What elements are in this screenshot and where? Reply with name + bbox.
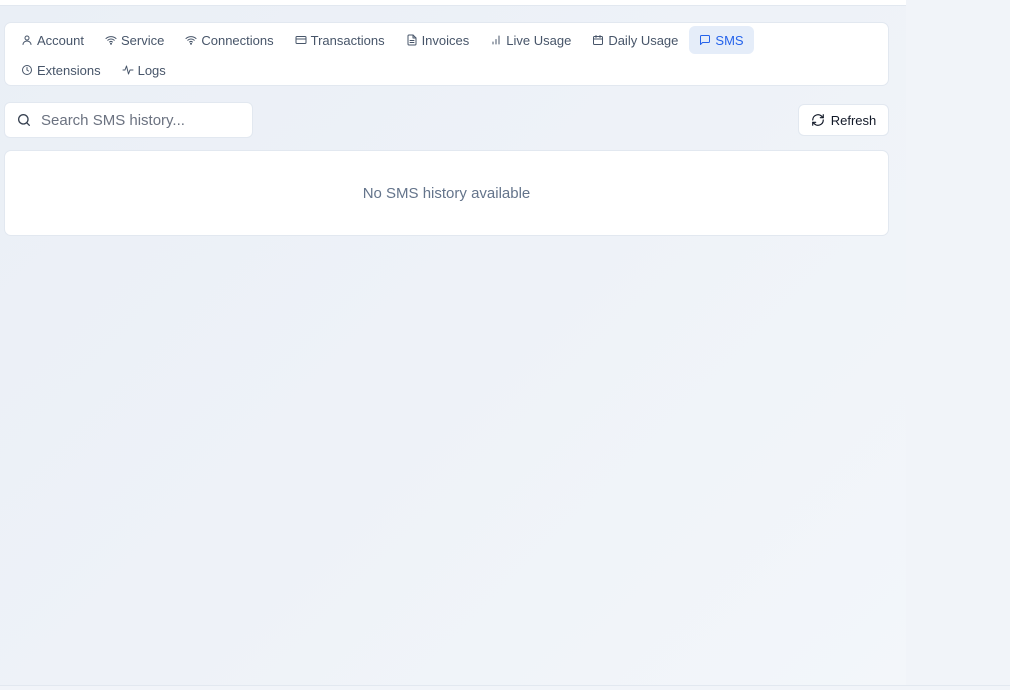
tab-connections[interactable]: Connections (175, 26, 283, 54)
tab-logs[interactable]: Logs (112, 56, 176, 84)
tab-label: Connections (201, 32, 274, 48)
tab-row-1: Account Service Connections Transactions… (11, 26, 755, 54)
tab-label: Service (120, 32, 165, 48)
tab-label: Extensions (37, 62, 101, 78)
message-icon (699, 34, 711, 46)
credit-card-icon (295, 34, 307, 46)
tab-label: Account (37, 32, 84, 48)
tab-extensions[interactable]: Extensions (11, 56, 111, 84)
signal-bars-icon (490, 34, 502, 46)
user-icon (21, 34, 33, 46)
tab-live-usage[interactable]: Live Usage (480, 26, 581, 54)
tab-label: Transactions (310, 32, 385, 48)
tab-row-2: Extensions Logs (11, 56, 177, 84)
tab-transactions[interactable]: Transactions (285, 26, 395, 54)
search-box (4, 102, 253, 138)
tab-sms[interactable]: SMS (689, 26, 754, 54)
search-icon (16, 112, 32, 128)
bottom-divider (0, 685, 1010, 686)
file-icon (406, 34, 418, 46)
tab-account[interactable]: Account (11, 26, 94, 54)
header-strip (0, 0, 906, 6)
refresh-icon (811, 113, 825, 127)
search-input[interactable] (41, 111, 236, 129)
tab-label: SMS (715, 32, 744, 48)
tab-invoices[interactable]: Invoices (396, 26, 480, 54)
tab-label: Daily Usage (608, 32, 679, 48)
tab-label: Invoices (421, 32, 470, 48)
calendar-icon (592, 34, 604, 46)
tab-service[interactable]: Service (95, 26, 174, 54)
wifi-icon (105, 34, 117, 46)
tab-bar: Account Service Connections Transactions… (4, 22, 889, 86)
sms-history-panel: No SMS history available (4, 150, 889, 236)
tab-label: Logs (137, 62, 166, 78)
tab-label: Live Usage (506, 32, 572, 48)
refresh-label: Refresh (830, 112, 877, 128)
clock-icon (21, 64, 33, 76)
wifi-icon (185, 34, 197, 46)
tab-daily-usage[interactable]: Daily Usage (582, 26, 688, 54)
refresh-button[interactable]: Refresh (798, 104, 889, 136)
empty-state-message: No SMS history available (362, 184, 531, 202)
activity-icon (122, 64, 134, 76)
